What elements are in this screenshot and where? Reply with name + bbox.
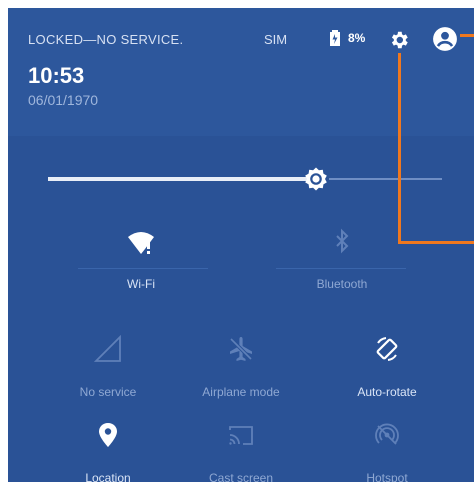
- divider: [78, 268, 208, 269]
- tile-label: Cast screen: [208, 471, 274, 482]
- divider: [276, 268, 406, 269]
- clock-time: 10:53: [28, 63, 85, 88]
- callout-line: [398, 53, 401, 243]
- location-pin-icon: [99, 423, 117, 447]
- wifi-alert-icon: [128, 232, 154, 254]
- brightness-thumb-icon[interactable]: [303, 166, 329, 192]
- cast-icon: [229, 426, 253, 445]
- callout-line: [398, 241, 474, 244]
- quick-settings-panel: LOCKED—NO SERVICE. SIM 8% 10:53 06/01/19…: [8, 8, 474, 482]
- tile-hotspot[interactable]: Hotspot: [309, 421, 465, 482]
- battery-charging-icon: [330, 30, 340, 46]
- tile-label: Bluetooth: [316, 277, 368, 291]
- tile-auto-rotate[interactable]: Auto-rotate: [309, 335, 465, 415]
- callout-line: [460, 34, 474, 37]
- tile-label: Auto-rotate: [357, 385, 417, 399]
- tile-label: Hotspot: [366, 471, 408, 482]
- carrier-status: LOCKED—NO SERVICE.: [28, 32, 184, 47]
- tile-label: Wi-Fi: [127, 277, 155, 291]
- signal-icon: [94, 335, 121, 362]
- airplane-icon: [229, 337, 253, 361]
- tile-cast-screen[interactable]: Cast screen: [163, 421, 319, 482]
- clock-date: 06/01/1970: [28, 92, 99, 108]
- gear-icon[interactable]: [388, 29, 410, 51]
- auto-rotate-icon: [376, 337, 398, 361]
- tile-airplane-mode[interactable]: Airplane mode: [163, 335, 319, 415]
- tile-bluetooth[interactable]: Bluetooth: [264, 227, 420, 307]
- notification-header: LOCKED—NO SERVICE. SIM 8% 10:53 06/01/19…: [8, 8, 474, 136]
- brightness-track-empty[interactable]: [328, 178, 442, 180]
- account-circle-icon[interactable]: [432, 26, 458, 52]
- battery-indicator: 8%: [330, 30, 365, 46]
- hotspot-icon: [375, 423, 399, 445]
- tile-label: Airplane mode: [202, 385, 280, 399]
- sim-status: SIM: [264, 32, 288, 47]
- brightness-track-filled[interactable]: [48, 177, 316, 181]
- battery-percent: 8%: [348, 31, 366, 45]
- bluetooth-icon: [336, 228, 349, 254]
- tile-wifi[interactable]: Wi-Fi: [63, 227, 219, 307]
